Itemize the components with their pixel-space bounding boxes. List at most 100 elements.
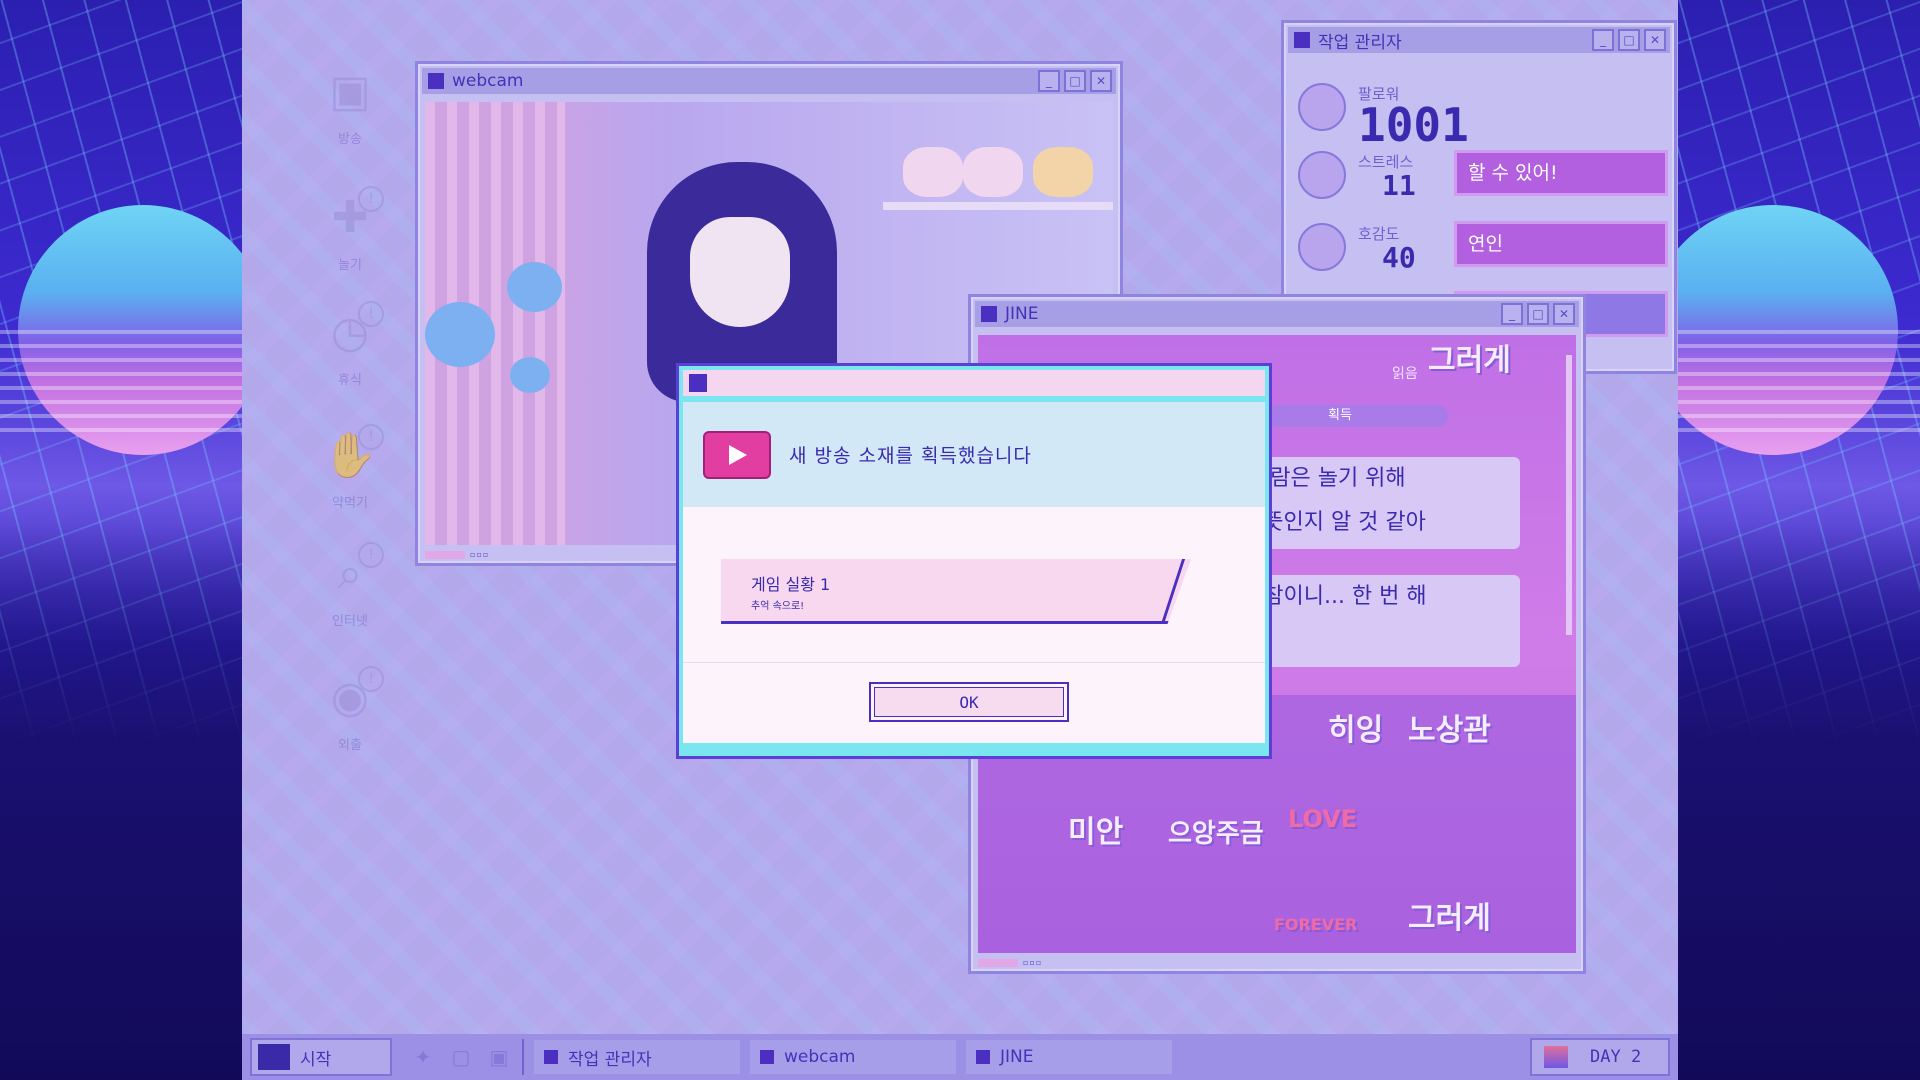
desktop-icon-outing[interactable]: ! ◉ 외출 xyxy=(300,666,400,753)
maximize-button[interactable]: □ xyxy=(1618,29,1640,51)
shelf xyxy=(883,202,1113,210)
desktop-icon-rest[interactable]: ! ◷ 휴식 xyxy=(300,301,400,388)
alert-icon: ! xyxy=(358,186,384,212)
taskbar-item-label: webcam xyxy=(784,1047,856,1067)
taskbar-item-task-manager[interactable]: 작업 관리자 xyxy=(534,1040,740,1074)
window-icon xyxy=(544,1050,558,1064)
desktop-icon-broadcast[interactable]: ▣ 방송 xyxy=(300,64,400,147)
task-manager-title: 작업 관리자 xyxy=(1318,32,1402,53)
window-icon xyxy=(689,374,707,392)
desktop-icon-label: 약먹기 xyxy=(332,496,368,511)
desktop-icon-medicine[interactable]: ! ✋ 약먹기 xyxy=(300,424,400,511)
followers-value: 1001 xyxy=(1358,98,1469,152)
webcam-titlebar[interactable]: webcam _ □ ✕ xyxy=(422,68,1116,94)
stress-message: 할 수 있어! xyxy=(1454,150,1668,196)
sticker-stamp[interactable]: 히잉 xyxy=(1328,705,1383,749)
webcam-title: webcam xyxy=(452,71,524,91)
ok-button[interactable]: OK xyxy=(869,682,1069,722)
sticker-stamp[interactable]: 노상관 xyxy=(1408,705,1491,749)
read-receipt: 읽음 xyxy=(1392,366,1418,382)
sticker-stamp[interactable]: FOREVER xyxy=(1274,915,1357,934)
play-icon xyxy=(703,430,771,479)
chat-message-line: 야!! xyxy=(1236,619,1502,663)
plush-toy xyxy=(1033,147,1093,197)
sticker-stamp[interactable]: 그러게 xyxy=(1428,335,1511,379)
left-decoration xyxy=(0,0,242,1080)
taskbar-item-label: JINE xyxy=(1000,1047,1034,1067)
sticker-stamp[interactable]: 으앙주금 xyxy=(1168,813,1264,850)
minimize-button[interactable]: _ xyxy=(1038,70,1060,92)
window-icon xyxy=(1294,32,1310,48)
broadcast-icon: ▣ xyxy=(329,66,371,117)
chat-message-line: 는 뜻인지 알 것 같아 xyxy=(1236,510,1426,535)
monitor-icon[interactable]: ▣ xyxy=(486,1045,512,1069)
start-logo-icon xyxy=(258,1044,290,1070)
stress-value: 11 xyxy=(1382,169,1416,202)
taskbar: 시작 ✦ ▢ ▣ 작업 관리자 webcam JINE DAY 2 xyxy=(242,1034,1678,1080)
sticker-stamp[interactable]: 그러게 xyxy=(1408,893,1491,937)
character-face xyxy=(690,217,790,327)
sticker-stamp[interactable]: LOVE xyxy=(1288,805,1357,833)
weather-icon xyxy=(1544,1046,1568,1068)
day-indicator[interactable]: DAY 2 xyxy=(1530,1038,1670,1076)
alert-icon: ! xyxy=(358,424,384,450)
close-button[interactable]: ✕ xyxy=(1553,303,1575,325)
item-subtitle: 추억 속으로! xyxy=(751,601,805,612)
acquire-tag: 획득 xyxy=(1268,405,1448,427)
heart-balloon xyxy=(425,302,495,367)
window-icon xyxy=(760,1050,774,1064)
minimize-button[interactable]: _ xyxy=(1501,303,1523,325)
avatar-icon xyxy=(1298,223,1346,271)
start-button[interactable]: 시작 xyxy=(250,1038,392,1076)
desktop-icon-label: 외출 xyxy=(338,738,362,753)
start-label: 시작 xyxy=(300,1049,332,1070)
dialog-message: 새 방송 소재를 획득했습니다 xyxy=(789,445,1032,467)
heart-balloon xyxy=(507,262,562,312)
dialog-body: 게임 실황 1 추억 속으로! OK xyxy=(683,507,1265,743)
bird-icon[interactable]: ✦ xyxy=(410,1045,436,1069)
avatar-icon xyxy=(1298,151,1346,199)
stress-row: 스트레스 11 xyxy=(1298,151,1416,200)
day-label: DAY 2 xyxy=(1590,1047,1642,1067)
maximize-button[interactable]: □ xyxy=(1527,303,1549,325)
close-button[interactable]: ✕ xyxy=(1090,70,1112,92)
notification-dialog[interactable]: 새 방송 소재를 획득했습니다 게임 실황 1 추억 속으로! OK xyxy=(676,363,1272,759)
window-icon xyxy=(976,1050,990,1064)
affection-message: 연인 xyxy=(1454,221,1668,267)
affection-value: 40 xyxy=(1382,241,1416,274)
window-icon xyxy=(428,73,444,89)
heart-balloon xyxy=(510,357,550,393)
jine-titlebar[interactable]: JINE _ □ ✕ xyxy=(975,301,1579,327)
chat-message-line: . 사람은 놀기 위해 xyxy=(1236,466,1406,491)
taskbar-item-label: 작업 관리자 xyxy=(568,1049,652,1070)
taskbar-item-jine[interactable]: JINE xyxy=(966,1040,1172,1074)
followers-row: 팔로워 1001 xyxy=(1298,83,1469,152)
sticker-stamp[interactable]: 미안 xyxy=(1068,807,1123,851)
alert-icon: ! xyxy=(358,542,384,568)
desktop-icon-label: 휴식 xyxy=(338,373,362,388)
scrollbar[interactable] xyxy=(1566,355,1572,635)
minimize-button[interactable]: _ xyxy=(1592,29,1614,51)
alert-icon: ! xyxy=(358,666,384,692)
desktop-icon-label: 놀기 xyxy=(338,258,362,273)
desktop-icon-label: 인터넷 xyxy=(332,614,368,629)
task-manager-titlebar[interactable]: 작업 관리자 _ □ ✕ xyxy=(1288,27,1670,53)
avatar-icon xyxy=(1298,83,1346,131)
desktop-icon-label: 방송 xyxy=(338,132,362,147)
window-icon xyxy=(981,306,997,322)
maximize-button[interactable]: □ xyxy=(1064,70,1086,92)
affection-row: 호감도 40 xyxy=(1298,223,1416,272)
close-button[interactable]: ✕ xyxy=(1644,29,1666,51)
jine-title: JINE xyxy=(1005,304,1039,324)
right-decoration xyxy=(1678,0,1920,1080)
item-title: 게임 실황 1 xyxy=(751,575,831,594)
chat-message-line: 진 참이니... 한 번 해 xyxy=(1236,584,1427,609)
plush-toy xyxy=(963,147,1023,197)
dialog-header: 새 방송 소재를 획득했습니다 xyxy=(683,402,1265,507)
dialog-titlebar[interactable] xyxy=(683,370,1265,396)
chat-icon[interactable]: ▢ xyxy=(448,1045,474,1069)
desktop-icon-play[interactable]: ! ✚ 놀기 xyxy=(300,186,400,273)
taskbar-item-webcam[interactable]: webcam xyxy=(750,1040,956,1074)
acquired-item: 게임 실황 1 추억 속으로! xyxy=(721,559,1191,624)
desktop-icon-internet[interactable]: ! ⌕ 인터넷 xyxy=(300,542,400,629)
